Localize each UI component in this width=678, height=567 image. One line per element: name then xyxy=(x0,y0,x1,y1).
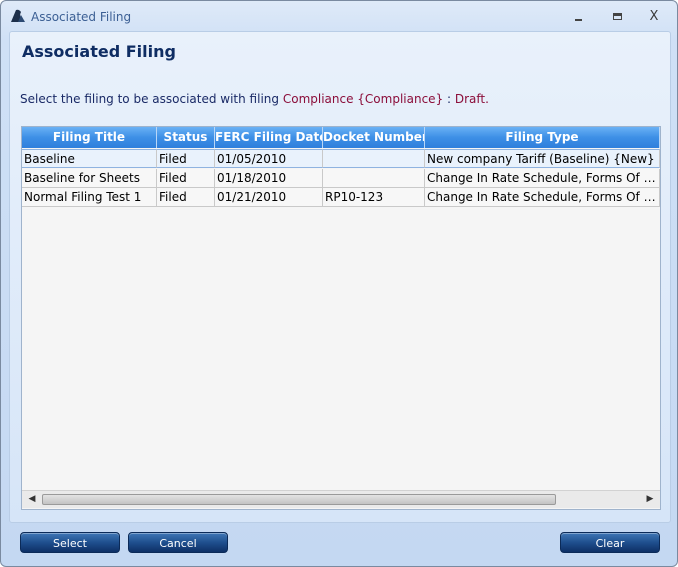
clear-button[interactable]: Clear xyxy=(560,532,660,553)
instruction-separator: : xyxy=(443,92,455,106)
associated-filing-window: Associated Filing X Associated Filing Se… xyxy=(0,0,678,567)
maximize-button[interactable] xyxy=(605,7,631,27)
page-title: Associated Filing xyxy=(22,42,176,61)
cell-filing-title: Normal Filing Test 1 xyxy=(22,188,157,207)
maximize-icon xyxy=(613,13,622,20)
instruction-status: Draft. xyxy=(454,92,489,106)
instruction-filing: Compliance {Compliance} xyxy=(282,92,444,106)
cancel-button[interactable]: Cancel xyxy=(128,532,228,553)
instruction-prefix: Select the filing to be associated with … xyxy=(20,92,280,106)
select-button[interactable]: Select xyxy=(20,532,120,553)
column-header-status[interactable]: Status xyxy=(157,127,215,148)
column-header-filing-title[interactable]: Filing Title xyxy=(22,127,157,148)
cell-ferc-filing-date: 01/21/2010 xyxy=(215,188,323,207)
column-header-docket-number[interactable]: Docket Number xyxy=(323,127,425,148)
cell-filing-title: Baseline xyxy=(22,149,157,168)
horizontal-scrollbar[interactable]: ◀ ▶ xyxy=(22,490,660,508)
scrollbar-thumb[interactable] xyxy=(42,494,556,505)
cell-status: Filed xyxy=(157,188,215,207)
cell-filing-type: Change In Rate Schedule, Forms Of Servi.… xyxy=(425,188,660,207)
table-row[interactable]: Normal Filing Test 1 Filed 01/21/2010 RP… xyxy=(22,188,660,207)
scroll-left-arrow-icon[interactable]: ◀ xyxy=(24,492,40,507)
cell-status: Filed xyxy=(157,149,215,168)
table-row[interactable]: Baseline Filed 01/05/2010 New company Ta… xyxy=(22,149,660,168)
title-bar: Associated Filing X xyxy=(1,1,677,31)
table-row[interactable]: Baseline for Sheets Filed 01/18/2010 Cha… xyxy=(22,169,660,188)
cell-docket-number: RP10-123 xyxy=(323,188,425,207)
cell-ferc-filing-date: 01/18/2010 xyxy=(215,169,323,188)
filings-grid[interactable]: Filing Title Status FERC Filing Date Doc… xyxy=(21,126,661,510)
content-panel: Associated Filing Select the filing to b… xyxy=(9,31,671,523)
close-button[interactable]: X xyxy=(641,7,667,27)
scroll-right-arrow-icon[interactable]: ▶ xyxy=(642,492,658,507)
close-icon: X xyxy=(649,9,659,24)
minimize-button[interactable] xyxy=(566,7,592,27)
cell-filing-type: Change In Rate Schedule, Forms Of Servi.… xyxy=(425,169,660,188)
cell-ferc-filing-date: 01/05/2010 xyxy=(215,149,323,168)
cell-docket-number xyxy=(323,169,425,188)
fin-icon xyxy=(11,9,25,22)
column-header-filing-type[interactable]: Filing Type xyxy=(425,127,660,148)
cell-filing-type: New company Tariff (Baseline) {New} xyxy=(425,149,660,168)
minimize-icon xyxy=(575,19,582,21)
grid-header: Filing Title Status FERC Filing Date Doc… xyxy=(22,127,660,148)
cell-filing-title: Baseline for Sheets xyxy=(22,169,157,188)
cell-status: Filed xyxy=(157,169,215,188)
column-header-ferc-filing-date[interactable]: FERC Filing Date xyxy=(215,127,323,148)
cell-docket-number xyxy=(323,149,425,168)
instruction-text: Select the filing to be associated with … xyxy=(20,92,489,106)
window-title: Associated Filing xyxy=(31,10,132,24)
